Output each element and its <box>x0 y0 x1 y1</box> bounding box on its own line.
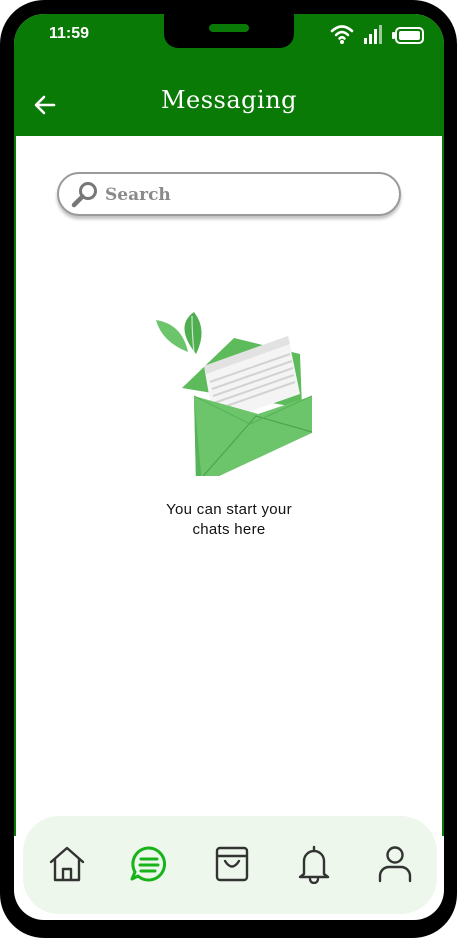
wifi-icon <box>330 25 354 44</box>
app-screen: 11:59 Messaging Search You can start you… <box>14 14 444 920</box>
phone-frame: 11:59 Messaging Search You can start you… <box>0 0 457 938</box>
search-icon <box>71 182 97 208</box>
phone-notch <box>164 14 294 48</box>
battery-icon <box>392 27 424 44</box>
bell-icon[interactable] <box>294 844 334 884</box>
status-time: 11:59 <box>49 25 90 42</box>
speaker-grille <box>209 24 249 32</box>
status-icons <box>330 25 424 44</box>
empty-state-line-2: chats here <box>192 521 266 538</box>
empty-state-text: You can start your chats here <box>129 500 329 540</box>
profile-icon[interactable] <box>375 844 415 884</box>
open-envelope-illustration <box>156 312 312 476</box>
app-header: 11:59 Messaging <box>14 14 444 136</box>
back-arrow-icon[interactable] <box>32 92 58 118</box>
screen-edge-right <box>442 136 444 836</box>
search-input[interactable] <box>103 180 387 210</box>
empty-state-line-1: You can start your <box>166 501 292 518</box>
bottom-navigation <box>23 816 437 914</box>
search-bar[interactable] <box>57 172 401 216</box>
chat-icon[interactable] <box>129 844 169 884</box>
page-title: Messaging <box>160 86 298 114</box>
home-icon[interactable] <box>47 844 87 884</box>
shopping-bag-icon[interactable] <box>212 844 252 884</box>
screen-edge-left <box>14 136 16 836</box>
signal-icon <box>364 25 382 44</box>
